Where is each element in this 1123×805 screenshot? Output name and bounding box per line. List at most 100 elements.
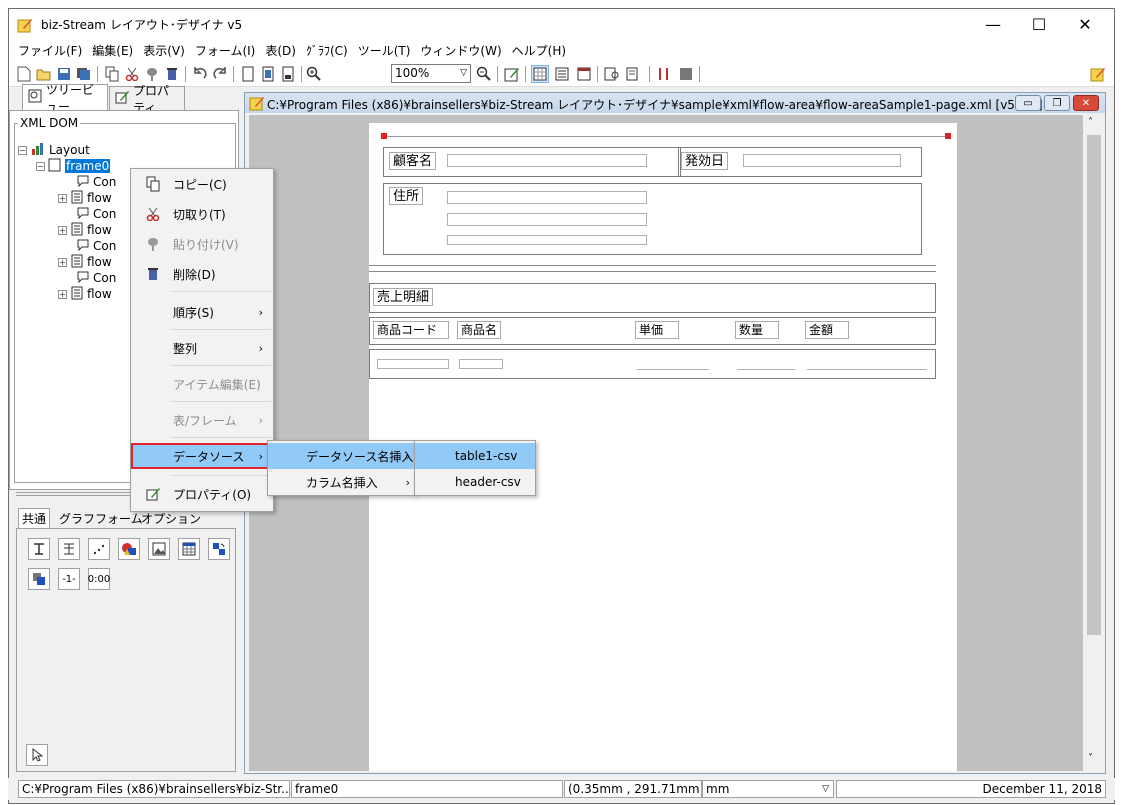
page-frame-icon[interactable] [259, 65, 277, 83]
unit-price-label: 単価 [635, 321, 679, 339]
menu-view[interactable]: 表示(V) [138, 42, 190, 59]
tree-item-layout[interactable]: − Layout [18, 142, 90, 158]
collapse-icon[interactable]: − [18, 145, 27, 155]
close-button[interactable]: ✕ [1062, 9, 1108, 39]
doc-close-button[interactable]: ✕ [1073, 95, 1099, 111]
menu-item-table-frame[interactable]: 表/フレーム › [131, 407, 273, 433]
menu-item-order[interactable]: 順序(S) › [131, 299, 273, 325]
vertical-scrollbar[interactable]: ˄ ˅ [1085, 115, 1103, 771]
page-area-icon[interactable] [279, 65, 297, 83]
minimize-button[interactable]: — [970, 9, 1016, 39]
chevron-right-icon: › [258, 449, 263, 463]
title-bar: biz-Stream レイアウト･デザイナ v5 — ☐ ✕ [9, 9, 1114, 39]
expand-icon[interactable]: + [58, 257, 67, 267]
frame-handle[interactable] [381, 133, 387, 139]
image-icon[interactable] [148, 538, 170, 560]
palette-tab-common[interactable]: 共通 [18, 508, 51, 528]
grid-toggle-icon[interactable] [531, 65, 549, 83]
edit-properties-icon[interactable] [503, 65, 521, 83]
doc-restore-button[interactable]: ❐ [1044, 95, 1070, 111]
tree-item-child-label: flow [87, 255, 112, 269]
menu-tools[interactable]: ツール(T) [353, 42, 416, 59]
tree-item-child[interactable]: Con [76, 174, 116, 190]
menu-table[interactable]: 表(D) [260, 42, 301, 59]
doc-minimize-button[interactable]: ▭ [1015, 95, 1041, 111]
page-icon[interactable] [239, 65, 257, 83]
zoom-in-icon[interactable] [305, 65, 323, 83]
tree-item-child[interactable]: Con [76, 206, 116, 222]
menu-item-delete[interactable]: 削除(D) [131, 261, 273, 287]
menu-item-properties[interactable]: プロパティ(O) [131, 481, 273, 507]
chart-dots-icon[interactable] [88, 538, 110, 560]
menu-edit[interactable]: 編集(E) [87, 42, 138, 59]
table-icon[interactable] [575, 65, 593, 83]
layer-icon[interactable] [28, 568, 50, 590]
menu-graph[interactable]: ｸﾞﾗﾌ(C) [301, 42, 353, 59]
cut-icon[interactable] [123, 65, 141, 83]
ruler-icon[interactable] [553, 65, 571, 83]
pointer-cursor-icon[interactable] [26, 744, 48, 766]
page-number-icon[interactable]: -1- [58, 568, 80, 590]
tab-properties[interactable]: プロパティ [109, 84, 185, 115]
tree-item-frame0[interactable]: − frame0 [36, 158, 111, 174]
scroll-up-icon[interactable]: ˄ [1088, 117, 1093, 128]
redo-icon[interactable] [211, 65, 229, 83]
tools-icon[interactable] [655, 65, 673, 83]
menu-item-align-label: 整列 [173, 341, 198, 356]
clock-icon[interactable]: 0:00 [88, 568, 110, 590]
expand-icon[interactable]: + [58, 225, 67, 235]
divider-line [369, 271, 936, 272]
submenu-item-header-csv[interactable]: header-csv [415, 469, 535, 495]
text-block-icon[interactable] [58, 538, 80, 560]
tree-item-child[interactable]: + flow [58, 254, 112, 270]
menu-item-cut[interactable]: 切取り(T) [131, 201, 273, 227]
menu-item-paste[interactable]: 貼り付け(V) [131, 231, 273, 257]
scroll-down-icon[interactable]: ˅ [1088, 753, 1093, 764]
palette-body [16, 528, 236, 772]
menu-item-datasource[interactable]: データソース › [131, 443, 273, 469]
text-item-icon[interactable] [28, 538, 50, 560]
shapes-icon[interactable] [118, 538, 140, 560]
copy-icon[interactable] [103, 65, 121, 83]
pencil-edit-icon[interactable] [1089, 65, 1107, 83]
tree-item-child[interactable]: + flow [58, 286, 112, 302]
tree-item-child[interactable]: + flow [58, 190, 112, 206]
undo-icon[interactable] [191, 65, 209, 83]
menu-file[interactable]: ファイル(F) [13, 42, 87, 59]
tree-item-child[interactable]: Con [76, 238, 116, 254]
submenu-item-insert-datasource-name[interactable]: データソース名挿入 › [268, 443, 414, 469]
rotate-icon[interactable] [208, 538, 230, 560]
menu-window[interactable]: ウィンドウ(W) [415, 42, 506, 59]
status-file-path: C:¥Program Files (x86)¥brainsellers¥biz-… [18, 780, 290, 798]
menu-help[interactable]: ヘルプ(H) [507, 42, 571, 59]
expand-icon[interactable]: + [58, 193, 67, 203]
tab-tree-view[interactable]: ツリービュー [22, 83, 108, 114]
submenu-item-insert-column-name[interactable]: カラム名挿入 › [268, 469, 414, 495]
data-preview-icon[interactable] [625, 65, 643, 83]
menu-item-edit-item[interactable]: アイテム編集(E) [131, 371, 273, 397]
row-product-name-field [459, 359, 503, 369]
new-file-icon[interactable] [15, 65, 33, 83]
tree-item-child[interactable]: + flow [58, 222, 112, 238]
zoom-out-icon[interactable] [475, 65, 493, 83]
menu-form[interactable]: フォーム(I) [190, 42, 261, 59]
expand-icon[interactable]: + [58, 289, 67, 299]
tree-item-child-label: Con [93, 271, 117, 285]
maximize-button[interactable]: ☐ [1016, 9, 1062, 39]
frame-handle[interactable] [945, 133, 951, 139]
preview-icon[interactable] [603, 65, 621, 83]
table-item-icon[interactable] [178, 538, 200, 560]
delete-icon[interactable] [163, 65, 181, 83]
scroll-thumb[interactable] [1087, 135, 1101, 635]
paste-icon[interactable] [143, 65, 161, 83]
quantity-label: 数量 [735, 321, 779, 339]
zoom-select[interactable]: 100% ▽ [391, 64, 471, 83]
unit-select[interactable]: mm ▽ [702, 780, 834, 798]
menu-item-copy[interactable]: コピー(C) [131, 171, 273, 197]
comment-icon [76, 238, 90, 255]
collapse-icon[interactable]: − [36, 161, 45, 171]
tree-item-child[interactable]: Con [76, 270, 116, 286]
stop-icon[interactable] [677, 65, 695, 83]
menu-item-align[interactable]: 整列 › [131, 335, 273, 361]
submenu-item-table1-csv[interactable]: table1-csv [415, 443, 535, 469]
